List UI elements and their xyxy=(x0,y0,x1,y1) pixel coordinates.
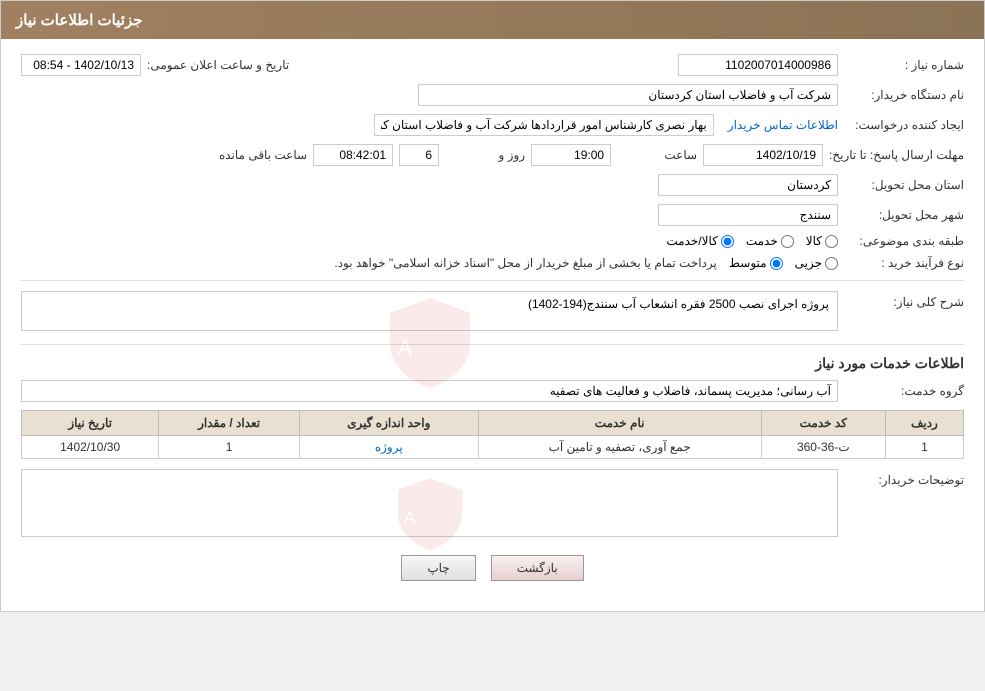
service-group-label: گروه خدمت: xyxy=(844,384,964,398)
province-input[interactable] xyxy=(658,174,838,196)
creator-input[interactable] xyxy=(374,114,714,136)
category-kala-radio[interactable] xyxy=(825,235,838,248)
col-header-qty: تعداد / مقدار xyxy=(159,411,300,436)
buyer-desc-row: توضیحات خریدار: A xyxy=(21,469,964,540)
deadline-days-label: روز و xyxy=(445,148,525,162)
need-number-label: شماره نیاز : xyxy=(844,58,964,72)
need-number-row: شماره نیاز : تاریخ و ساعت اعلان عمومی: xyxy=(21,54,964,76)
buttons-row: بازگشت چاپ xyxy=(21,555,964,596)
need-description-textarea[interactable]: پروژه اجرای نصب 2500 فقره انشعاب آب سنند… xyxy=(21,291,838,331)
need-description-container: A پروژه اجرای نصب 2500 فقره انشعاب آب سن… xyxy=(21,291,838,334)
deadline-time-label: ساعت xyxy=(617,148,697,162)
category-label: طبقه بندی موضوعی: xyxy=(844,234,964,248)
category-kala-khadamat-item[interactable]: کالا/خدمت xyxy=(666,234,733,248)
purchase-type-row: نوع فرآیند خرید : جزیی متوسط پرداخت تمام… xyxy=(21,256,964,270)
col-header-unit: واحد اندازه گیری xyxy=(300,411,479,436)
announcement-date-label: تاریخ و ساعت اعلان عمومی: xyxy=(147,58,289,72)
table-body: 1 ت-36-360 جمع آوری، تصفیه و تامین آب پر… xyxy=(22,436,964,459)
buyer-org-row: نام دستگاه خریدار: xyxy=(21,84,964,106)
deadline-date-input[interactable] xyxy=(703,144,823,166)
divider-1 xyxy=(21,280,964,281)
divider-2 xyxy=(21,344,964,345)
main-content: شماره نیاز : تاریخ و ساعت اعلان عمومی: ن… xyxy=(1,39,984,611)
back-button[interactable]: بازگشت xyxy=(491,555,584,581)
category-khadamat-radio[interactable] xyxy=(781,235,794,248)
deadline-label: مهلت ارسال پاسخ: تا تاریخ: xyxy=(829,148,964,162)
purchase-type-radio-group: جزیی متوسط xyxy=(729,256,838,270)
category-row: طبقه بندی موضوعی: کالا خدمت کالا/خدمت xyxy=(21,234,964,248)
purchase-jozvi-label: جزیی xyxy=(795,256,822,270)
cell-date: 1402/10/30 xyxy=(22,436,159,459)
purchase-motevaset-item[interactable]: متوسط xyxy=(729,256,783,270)
category-kala-khadamat-radio[interactable] xyxy=(721,235,734,248)
category-kala-item[interactable]: کالا xyxy=(806,234,838,248)
need-description-row: شرح کلی نیاز: A پروژه اجرای نصب 2500 فقر… xyxy=(21,291,964,334)
buyer-desc-container: A xyxy=(21,469,838,540)
deadline-remaining-label: ساعت باقی مانده xyxy=(219,148,307,162)
cell-name: جمع آوری، تصفیه و تامین آب xyxy=(478,436,761,459)
purchase-type-label: نوع فرآیند خرید : xyxy=(844,256,964,270)
buyer-desc-textarea[interactable] xyxy=(21,469,838,537)
print-button[interactable]: چاپ xyxy=(401,555,475,581)
purchase-note: پرداخت تمام یا بخشی از مبلغ خریدار از مح… xyxy=(334,256,717,270)
cell-unit: پروژه xyxy=(300,436,479,459)
category-radio-group: کالا خدمت کالا/خدمت xyxy=(666,234,838,248)
announcement-date-input[interactable] xyxy=(21,54,141,76)
purchase-motevaset-radio[interactable] xyxy=(770,257,783,270)
category-khadamat-item[interactable]: خدمت xyxy=(746,234,794,248)
need-number-input[interactable] xyxy=(678,54,838,76)
deadline-days-input[interactable] xyxy=(399,144,439,166)
table-head: ردیف کد خدمت نام خدمت واحد اندازه گیری ت… xyxy=(22,411,964,436)
cell-code: ت-36-360 xyxy=(761,436,885,459)
page-wrapper: جزئیات اطلاعات نیاز شماره نیاز : تاریخ و… xyxy=(0,0,985,612)
service-group-value: آب رسانی؛ مدیریت پسماند، فاضلاب و فعالیت… xyxy=(21,380,838,402)
purchase-jozvi-item[interactable]: جزیی xyxy=(795,256,838,270)
creator-label: ایجاد کننده درخواست: xyxy=(844,118,964,132)
buyer-desc-label: توضیحات خریدار: xyxy=(844,469,964,487)
services-title: اطلاعات خدمات مورد نیاز xyxy=(21,355,964,372)
category-kala-label: کالا xyxy=(806,234,822,248)
province-row: استان محل تحویل: xyxy=(21,174,964,196)
city-input[interactable] xyxy=(658,204,838,226)
page-header: جزئیات اطلاعات نیاز xyxy=(1,1,984,39)
col-header-name: نام خدمت xyxy=(478,411,761,436)
col-header-row: ردیف xyxy=(885,411,963,436)
cell-qty: 1 xyxy=(159,436,300,459)
city-label: شهر محل تحویل: xyxy=(844,208,964,222)
table-header-row: ردیف کد خدمت نام خدمت واحد اندازه گیری ت… xyxy=(22,411,964,436)
deadline-remaining-input[interactable] xyxy=(313,144,393,166)
creator-link[interactable]: اطلاعات تماس خریدار xyxy=(728,118,838,132)
col-header-code: کد خدمت xyxy=(761,411,885,436)
purchase-motevaset-label: متوسط xyxy=(729,256,767,270)
province-label: استان محل تحویل: xyxy=(844,178,964,192)
buyer-org-input[interactable] xyxy=(418,84,838,106)
buyer-org-label: نام دستگاه خریدار: xyxy=(844,88,964,102)
deadline-time-input[interactable] xyxy=(531,144,611,166)
table-row: 1 ت-36-360 جمع آوری، تصفیه و تامین آب پر… xyxy=(22,436,964,459)
need-description-label: شرح کلی نیاز: xyxy=(844,291,964,309)
city-row: شهر محل تحویل: xyxy=(21,204,964,226)
service-group-row: گروه خدمت: آب رسانی؛ مدیریت پسماند، فاضل… xyxy=(21,380,964,402)
services-table: ردیف کد خدمت نام خدمت واحد اندازه گیری ت… xyxy=(21,410,964,459)
cell-row-num: 1 xyxy=(885,436,963,459)
purchase-jozvi-radio[interactable] xyxy=(825,257,838,270)
creator-row: ایجاد کننده درخواست: اطلاعات تماس خریدار xyxy=(21,114,964,136)
col-header-date: تاریخ نیاز xyxy=(22,411,159,436)
category-khadamat-label: خدمت xyxy=(746,234,778,248)
category-kala-khadamat-label: کالا/خدمت xyxy=(666,234,717,248)
page-title: جزئیات اطلاعات نیاز xyxy=(16,12,143,29)
deadline-row: مهلت ارسال پاسخ: تا تاریخ: ساعت روز و سا… xyxy=(21,144,964,166)
